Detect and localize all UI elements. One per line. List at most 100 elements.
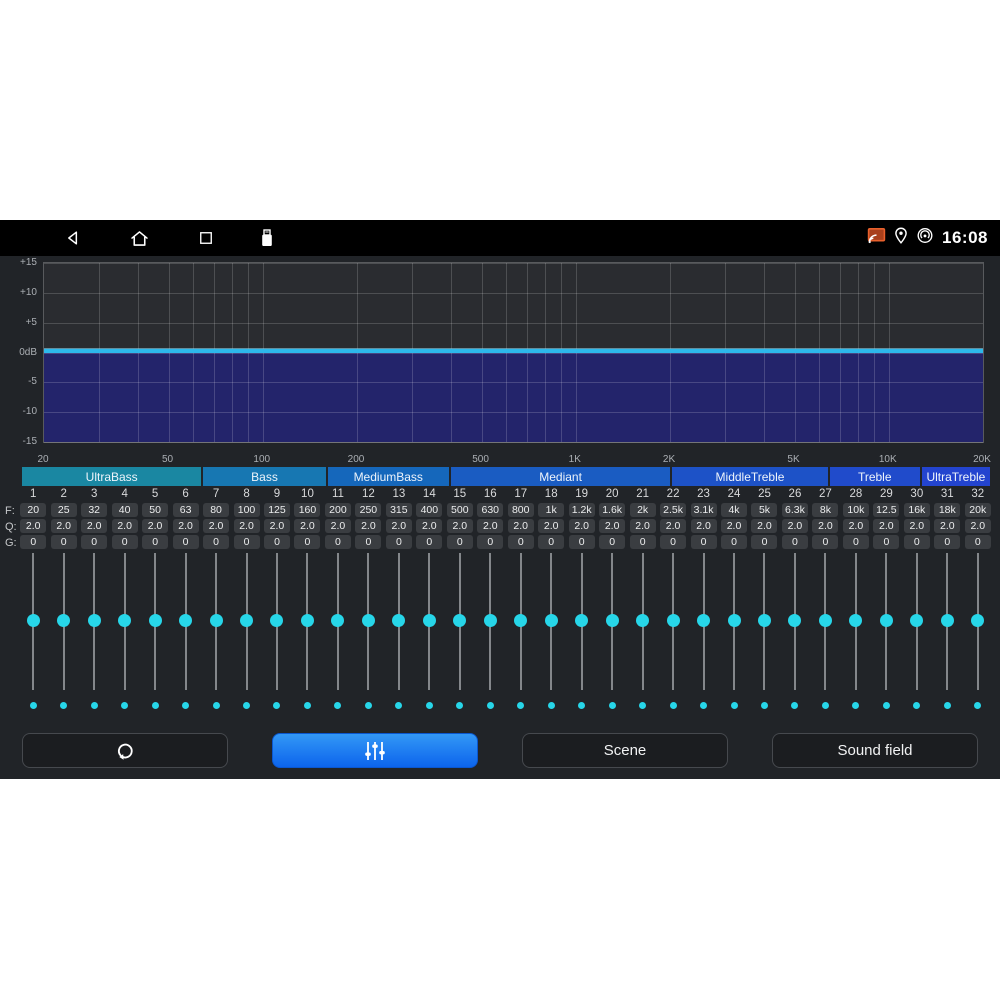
slider-handle[interactable] [728,614,741,627]
band-gain-value[interactable]: 0 [51,535,77,549]
band-slider[interactable] [323,553,353,690]
equalizer-button[interactable] [272,733,478,768]
band-q-value[interactable]: 2.0 [142,519,168,533]
slider-handle[interactable] [149,614,162,627]
band-freq-value[interactable]: 1.2k [569,503,595,517]
band-q-value[interactable]: 2.0 [751,519,777,533]
reset-button[interactable] [22,733,228,768]
band-gain-value[interactable]: 0 [630,535,656,549]
band-slider[interactable] [719,553,749,690]
slider-handle[interactable] [971,614,984,627]
band-freq-value[interactable]: 1k [538,503,564,517]
band-slider[interactable] [79,553,109,690]
slider-handle[interactable] [606,614,619,627]
band-q-value[interactable]: 2.0 [20,519,46,533]
band-slider[interactable] [140,553,170,690]
band-slider[interactable] [201,553,231,690]
slider-handle[interactable] [697,614,710,627]
band-gain-value[interactable]: 0 [934,535,960,549]
band-freq-value[interactable]: 5k [751,503,777,517]
band-gain-value[interactable]: 0 [904,535,930,549]
slider-handle[interactable] [484,614,497,627]
slider-handle[interactable] [27,614,40,627]
band-gain-value[interactable]: 0 [782,535,808,549]
band-slider[interactable] [597,553,627,690]
band-group-mediumbass[interactable]: MediumBass [328,467,449,486]
slider-handle[interactable] [210,614,223,627]
band-slider[interactable] [262,553,292,690]
band-q-value[interactable]: 2.0 [538,519,564,533]
band-group-ultrabass[interactable]: UltraBass [22,467,201,486]
sound-field-button[interactable]: Sound field [772,733,978,768]
slider-handle[interactable] [575,614,588,627]
band-gain-value[interactable]: 0 [447,535,473,549]
band-q-value[interactable]: 2.0 [660,519,686,533]
band-freq-value[interactable]: 20 [20,503,46,517]
band-gain-value[interactable]: 0 [203,535,229,549]
band-gain-value[interactable]: 0 [965,535,991,549]
slider-handle[interactable] [362,614,375,627]
band-slider[interactable] [384,553,414,690]
band-slider[interactable] [414,553,444,690]
slider-handle[interactable] [331,614,344,627]
slider-handle[interactable] [636,614,649,627]
band-slider[interactable] [170,553,200,690]
band-slider[interactable] [48,553,78,690]
band-freq-value[interactable]: 400 [416,503,442,517]
band-gain-value[interactable]: 0 [386,535,412,549]
band-q-value[interactable]: 2.0 [873,519,899,533]
band-freq-value[interactable]: 125 [264,503,290,517]
band-slider[interactable] [566,553,596,690]
band-q-value[interactable]: 2.0 [904,519,930,533]
band-gain-value[interactable]: 0 [355,535,381,549]
band-q-value[interactable]: 2.0 [843,519,869,533]
band-q-value[interactable]: 2.0 [691,519,717,533]
band-freq-value[interactable]: 3.1k [691,503,717,517]
band-freq-value[interactable]: 32 [81,503,107,517]
band-slider[interactable] [445,553,475,690]
band-gain-value[interactable]: 0 [721,535,747,549]
band-freq-value[interactable]: 250 [355,503,381,517]
band-gain-value[interactable]: 0 [660,535,686,549]
slider-handle[interactable] [270,614,283,627]
band-gain-value[interactable]: 0 [81,535,107,549]
band-q-value[interactable]: 2.0 [234,519,260,533]
slider-handle[interactable] [118,614,131,627]
band-q-value[interactable]: 2.0 [508,519,534,533]
slider-handle[interactable] [667,614,680,627]
band-slider[interactable] [536,553,566,690]
back-icon[interactable] [61,226,85,250]
slider-handle[interactable] [392,614,405,627]
band-slider[interactable] [231,553,261,690]
slider-handle[interactable] [453,614,466,627]
band-q-value[interactable]: 2.0 [934,519,960,533]
band-q-value[interactable]: 2.0 [294,519,320,533]
band-freq-value[interactable]: 2k [630,503,656,517]
band-group-bass[interactable]: Bass [203,467,325,486]
band-freq-value[interactable]: 4k [721,503,747,517]
band-group-ultratreble[interactable]: UltraTreble [922,467,990,486]
band-freq-value[interactable]: 63 [173,503,199,517]
slider-handle[interactable] [788,614,801,627]
band-freq-value[interactable]: 500 [447,503,473,517]
band-q-value[interactable]: 2.0 [477,519,503,533]
band-gain-value[interactable]: 0 [142,535,168,549]
band-q-value[interactable]: 2.0 [355,519,381,533]
band-freq-value[interactable]: 20k [965,503,991,517]
band-slider[interactable] [109,553,139,690]
home-icon[interactable] [127,226,151,250]
band-slider[interactable] [780,553,810,690]
band-gain-value[interactable]: 0 [234,535,260,549]
band-q-value[interactable]: 2.0 [965,519,991,533]
band-gain-value[interactable]: 0 [508,535,534,549]
band-q-value[interactable]: 2.0 [416,519,442,533]
band-freq-value[interactable]: 18k [934,503,960,517]
recents-icon[interactable] [194,226,218,250]
band-freq-value[interactable]: 25 [51,503,77,517]
band-slider[interactable] [841,553,871,690]
band-q-value[interactable]: 2.0 [782,519,808,533]
band-q-value[interactable]: 2.0 [386,519,412,533]
band-freq-value[interactable]: 630 [477,503,503,517]
band-freq-value[interactable]: 40 [112,503,138,517]
band-gain-value[interactable]: 0 [751,535,777,549]
